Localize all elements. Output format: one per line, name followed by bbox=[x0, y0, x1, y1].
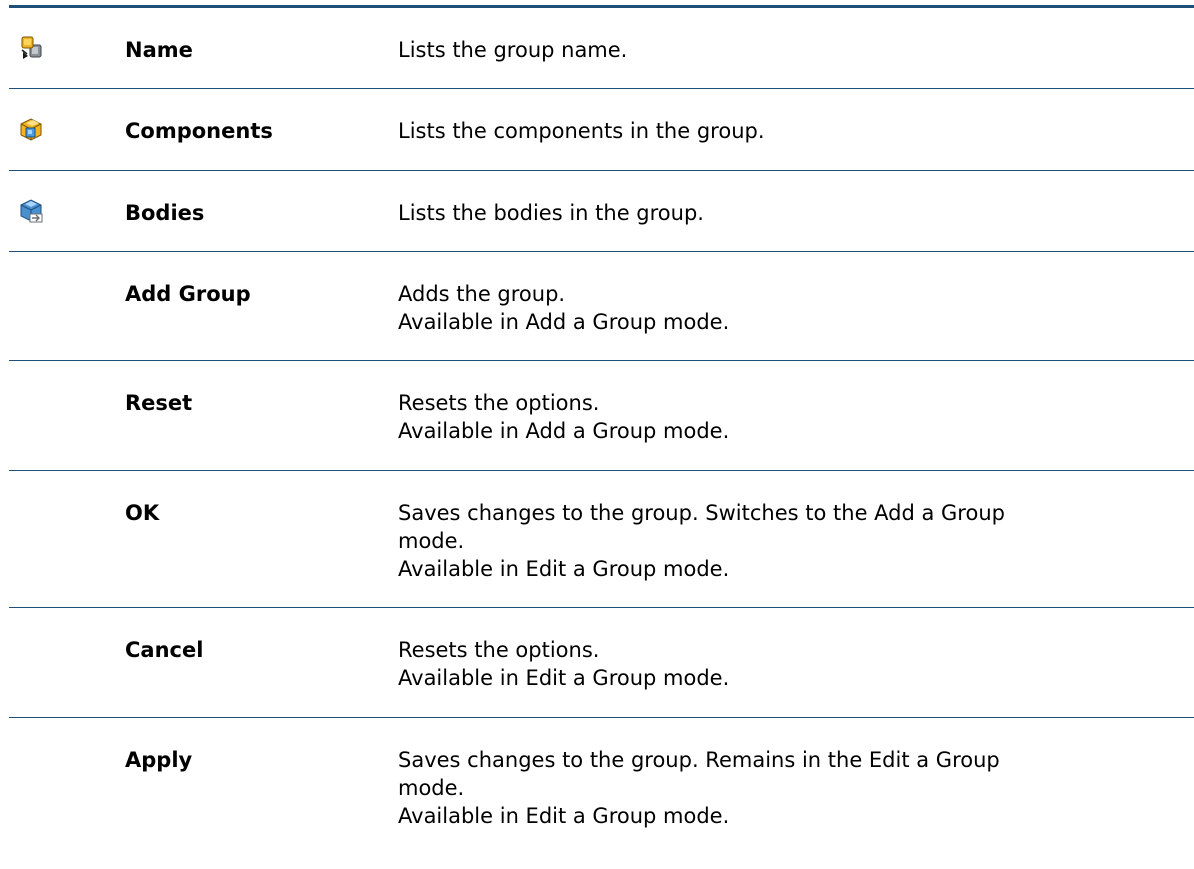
icon-cell bbox=[9, 607, 125, 718]
table-row-cancel: Cancel Resets the options. Available in … bbox=[9, 607, 1194, 718]
icon-cell bbox=[9, 6, 125, 89]
description-line: Adds the group. bbox=[398, 282, 566, 306]
table-row-ok: OK Saves changes to the group. Switches … bbox=[9, 470, 1194, 608]
option-description: Resets the options. Available in Edit a … bbox=[398, 607, 1194, 718]
option-description: Saves changes to the group. Switches to … bbox=[398, 470, 1194, 608]
description-line: Available in Edit a Group mode. bbox=[398, 557, 730, 581]
option-description: Saves changes to the group. Remains in t… bbox=[398, 718, 1194, 855]
bodies-icon bbox=[20, 199, 43, 223]
table-row-reset: Reset Resets the options. Available in A… bbox=[9, 360, 1194, 471]
description-line: Lists the bodies in the group. bbox=[398, 201, 704, 225]
icon-cell bbox=[9, 88, 125, 171]
option-description: Adds the group. Available in Add a Group… bbox=[398, 251, 1194, 361]
description-line: Available in Add a Group mode. bbox=[398, 310, 730, 334]
description-line: Resets the options. bbox=[398, 638, 600, 662]
description-line: Saves changes to the group. Switches to … bbox=[398, 501, 1005, 525]
table-row-name: Name Lists the group name. bbox=[9, 6, 1194, 89]
table-row-apply: Apply Saves changes to the group. Remain… bbox=[9, 718, 1194, 855]
description-line: Available in Edit a Group mode. bbox=[398, 804, 730, 828]
option-term: Apply bbox=[125, 748, 193, 772]
option-term: Name bbox=[125, 6, 398, 89]
table-row-components: Components Lists the components in the g… bbox=[9, 88, 1194, 171]
table-row-bodies: Bodies Lists the bodies in the group. bbox=[9, 170, 1194, 252]
option-description: Resets the options. Available in Add a G… bbox=[398, 360, 1194, 471]
option-term: Components bbox=[125, 88, 398, 171]
icon-cell bbox=[9, 360, 125, 471]
description-line: Available in Add a Group mode. bbox=[398, 419, 730, 443]
table-row-add-group: Add Group Adds the group. Available in A… bbox=[9, 251, 1194, 361]
option-term: Cancel bbox=[125, 607, 398, 718]
description-line: Saves changes to the group. Remains in t… bbox=[398, 748, 1000, 772]
option-term: Add Group bbox=[125, 251, 398, 361]
option-term: OK bbox=[125, 470, 398, 608]
description-line: mode. bbox=[398, 776, 465, 800]
icon-cell bbox=[9, 718, 125, 855]
option-description: Lists the bodies in the group. bbox=[398, 170, 1194, 252]
icon-cell bbox=[9, 170, 125, 252]
description-line: Lists the group name. bbox=[398, 38, 628, 62]
description-line: Lists the components in the group. bbox=[398, 119, 765, 143]
icon-cell bbox=[9, 470, 125, 608]
option-description: Lists the group name. bbox=[398, 6, 1194, 89]
description-line: mode. bbox=[398, 529, 465, 553]
option-term: Reset bbox=[125, 360, 398, 471]
option-term: Bodies bbox=[125, 170, 398, 252]
option-reference-table: Name Lists the group name. Components Li… bbox=[9, 5, 1194, 854]
option-description: Lists the components in the group. bbox=[398, 88, 1194, 171]
icon-cell bbox=[9, 251, 125, 361]
description-line: Resets the options. bbox=[398, 391, 600, 415]
components-icon bbox=[20, 118, 42, 141]
description-line: Available in Edit a Group mode. bbox=[398, 666, 730, 690]
group-name-icon bbox=[21, 36, 42, 59]
